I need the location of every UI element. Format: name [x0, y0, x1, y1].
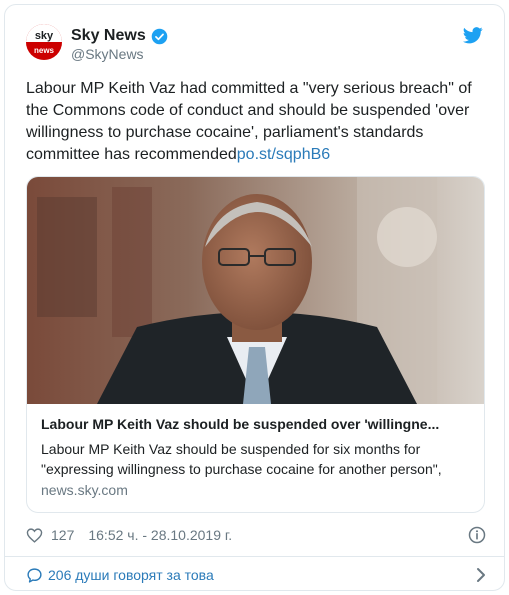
author-handle[interactable]: @SkyNews — [71, 46, 144, 62]
chevron-right-icon[interactable] — [476, 567, 486, 583]
author-name[interactable]: Sky News — [71, 27, 146, 45]
reply-bubble-icon — [27, 567, 42, 583]
conversation-label[interactable]: 206 души говорят за това — [48, 567, 214, 583]
card-image[interactable] — [27, 177, 484, 404]
sky-news-avatar: sky news — [26, 24, 62, 60]
conversation-link[interactable]: 206 души говорят за това — [26, 563, 486, 587]
avatar[interactable]: sky news — [26, 24, 62, 60]
info-icon[interactable] — [468, 526, 486, 544]
twitter-bird-icon[interactable] — [463, 27, 483, 44]
card-title[interactable]: Labour MP Keith Vaz should be suspended … — [41, 416, 471, 432]
card-description: Labour MP Keith Vaz should be suspended … — [41, 441, 442, 477]
avatar-news-text: news — [34, 46, 55, 55]
avatar-sky-text: sky — [35, 30, 54, 42]
link-card[interactable]: Labour MP Keith Vaz should be suspended … — [26, 176, 485, 513]
card-photo — [27, 177, 484, 404]
divider — [5, 556, 504, 557]
heart-icon[interactable] — [26, 527, 43, 544]
tweet-link[interactable]: po.st/sqphB6 — [237, 146, 330, 163]
like-count[interactable]: 127 — [51, 527, 74, 543]
verified-badge-icon — [151, 28, 168, 44]
card-domain: news.sky.com — [41, 482, 128, 498]
tweet-timestamp[interactable]: 16:52 ч. - 28.10.2019 г. — [88, 527, 232, 543]
meta-row: 127 16:52 ч. - 28.10.2019 г. — [26, 525, 486, 545]
author-name-row[interactable]: Sky News — [71, 27, 168, 45]
tweet-text: Labour MP Keith Vaz had committed a "ver… — [26, 78, 488, 166]
embedded-tweet: sky news Sky News @SkyNews Labour MP Kei… — [4, 4, 505, 591]
